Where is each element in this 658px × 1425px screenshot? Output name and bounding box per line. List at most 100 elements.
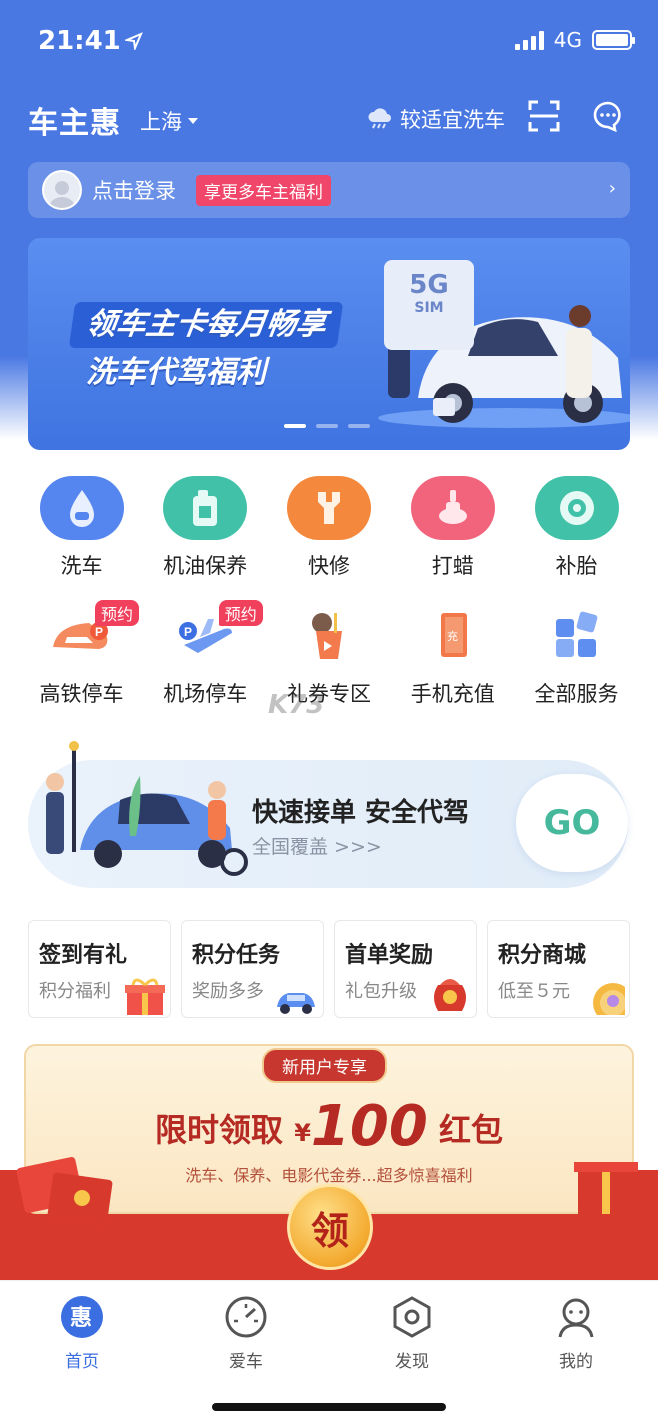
tab-label: 爱车 [229, 1352, 263, 1372]
svg-text:充: 充 [447, 629, 458, 643]
svg-text:P: P [184, 625, 192, 639]
home-hui-icon: 惠 [60, 1295, 104, 1339]
service-label: 手机充值 [410, 682, 495, 706]
battery-icon [592, 30, 635, 50]
reward-cards: 签到有礼 积分福利 积分任务 奖励多多 首单奖励 礼包升级 积分商城 低至５元 [28, 920, 630, 1018]
tab-discover[interactable]: 发现 [352, 1295, 472, 1372]
driver-illustration [46, 741, 248, 876]
service-train-parking[interactable]: 预约 P 高铁停车 [20, 600, 143, 708]
top-bar: 车主惠 上海 较适宜洗车 [0, 90, 658, 150]
card-points-mall[interactable]: 积分商城 低至５元 [487, 920, 630, 1018]
city-label: 上海 [140, 110, 182, 134]
weather-indicator[interactable]: 较适宜洗车 [366, 104, 505, 134]
oil-can-icon [163, 476, 248, 540]
clock-text: 21:41 [38, 26, 121, 56]
network-type: 4G [553, 28, 582, 52]
claim-button[interactable]: 领 [287, 1184, 373, 1270]
banner-line1: 领车主卡每月畅享 [68, 302, 344, 348]
service-all[interactable]: 全部服务 [515, 604, 638, 708]
service-label: 洗车 [60, 554, 103, 578]
service-label: 打蜡 [431, 554, 474, 578]
location-arrow-icon [124, 32, 143, 50]
designated-driver-banner[interactable]: 快速接单 安全代驾 全国覆盖 >>> GO [28, 741, 628, 888]
tab-home[interactable]: 惠 首页 [22, 1295, 142, 1372]
gift-box-icon [125, 978, 165, 1015]
speedometer-icon [224, 1295, 268, 1339]
car-wash-drop-icon [39, 476, 124, 540]
lucky-bag-icon [434, 979, 466, 1011]
service-grid: 洗车 机油保养 快修 打蜡 补胎 预约 P 高铁停车 预约 P 机场停车 礼券专… [20, 476, 638, 708]
tab-my-car[interactable]: 爱车 [186, 1295, 306, 1372]
service-wax[interactable]: 打蜡 [391, 476, 514, 580]
chat-icon[interactable] [592, 100, 624, 132]
city-selector[interactable]: 上海 [140, 106, 198, 136]
currency-symbol: ¥ [294, 1119, 311, 1147]
tab-label: 首页 [65, 1352, 99, 1372]
driver-subtitle: 全国覆盖 >>> [252, 836, 382, 858]
card-checkin[interactable]: 签到有礼 积分福利 [28, 920, 171, 1018]
service-car-wash[interactable]: 洗车 [20, 476, 143, 580]
wax-bottle-icon [410, 476, 495, 540]
all-services-cubes-icon [535, 604, 619, 668]
sim-label: SIM [414, 300, 444, 316]
driver-title: 快速接单 安全代驾 [252, 798, 470, 828]
home-indicator[interactable] [212, 1403, 446, 1411]
service-label: 机场停车 [163, 682, 248, 706]
small-car-icon [277, 993, 315, 1014]
status-right: 4G [514, 28, 635, 52]
user-placeholder-icon [49, 181, 75, 208]
phone-recharge-icon: 充 [411, 604, 495, 668]
card-title: 积分商城 [498, 943, 587, 968]
new-user-promo[interactable]: 新用户专享 限时领取 ¥100 红包 洗车、保养、电影代金券...超多惊喜福利 … [0, 1040, 658, 1280]
perk-badge: 享更多车主福利 [196, 174, 331, 206]
profile-icon [554, 1295, 598, 1339]
promo-amount: 100 [310, 1094, 428, 1159]
avatar [42, 170, 82, 210]
service-label: 高铁停车 [39, 682, 124, 706]
tire-icon [534, 476, 619, 540]
promo-banner[interactable]: 5G SIM 领车主卡每月畅享 洗车代驾福利 [28, 238, 630, 450]
signal-icon [514, 30, 544, 50]
carousel-dot[interactable] [284, 424, 306, 428]
headline-prefix: 限时领取 [155, 1111, 284, 1149]
service-phone-recharge[interactable]: 充 手机充值 [391, 604, 514, 708]
service-airport-parking[interactable]: 预约 P 机场停车 [144, 600, 267, 708]
banner-title: 领车主卡每月畅享 洗车代驾福利 [68, 302, 344, 394]
gift-box-icon [574, 1162, 638, 1214]
status-time: 21:41 [38, 26, 143, 56]
service-oil[interactable]: 机油保养 [144, 476, 267, 580]
card-points-task[interactable]: 积分任务 奖励多多 [181, 920, 324, 1018]
promo-tag: 新用户专享 [262, 1048, 387, 1083]
headline-suffix: 红包 [438, 1111, 503, 1149]
sim-5g-text: 5G [409, 270, 449, 300]
scan-icon[interactable] [528, 100, 560, 132]
carousel-dots [284, 424, 370, 428]
card-title: 积分任务 [192, 943, 281, 968]
service-label: 快修 [308, 554, 350, 578]
card-first-order[interactable]: 首单奖励 礼包升级 [334, 920, 477, 1018]
reserve-tag: 预约 [95, 600, 140, 626]
carousel-dot[interactable] [348, 424, 370, 428]
watermark-logo: K73 [268, 690, 325, 720]
reserve-tag: 预约 [218, 600, 263, 626]
card-title: 首单奖励 [345, 943, 434, 968]
wrench-icon [287, 476, 371, 540]
service-repair[interactable]: 快修 [268, 476, 391, 580]
service-tire[interactable]: 补胎 [515, 476, 638, 580]
svg-text:P: P [95, 625, 103, 639]
service-label: 全部服务 [534, 682, 619, 706]
service-label: 机油保养 [163, 554, 248, 578]
sim-card-icon: 5G SIM [384, 260, 474, 350]
red-envelope-icon [16, 1157, 113, 1226]
tab-profile[interactable]: 我的 [516, 1295, 636, 1372]
go-button[interactable]: GO [516, 774, 628, 872]
carousel-dot[interactable] [316, 424, 338, 428]
weather-text: 较适宜洗车 [400, 108, 505, 132]
chevron-right-icon: › [608, 178, 616, 199]
chevron-down-icon [188, 118, 198, 124]
login-bar[interactable]: 点击登录 享更多车主福利 › [28, 162, 630, 218]
tab-label: 我的 [559, 1352, 593, 1372]
status-bar: 21:41 4G [0, 0, 658, 80]
rain-cloud-icon [368, 108, 391, 129]
card-title: 签到有礼 [39, 943, 128, 968]
